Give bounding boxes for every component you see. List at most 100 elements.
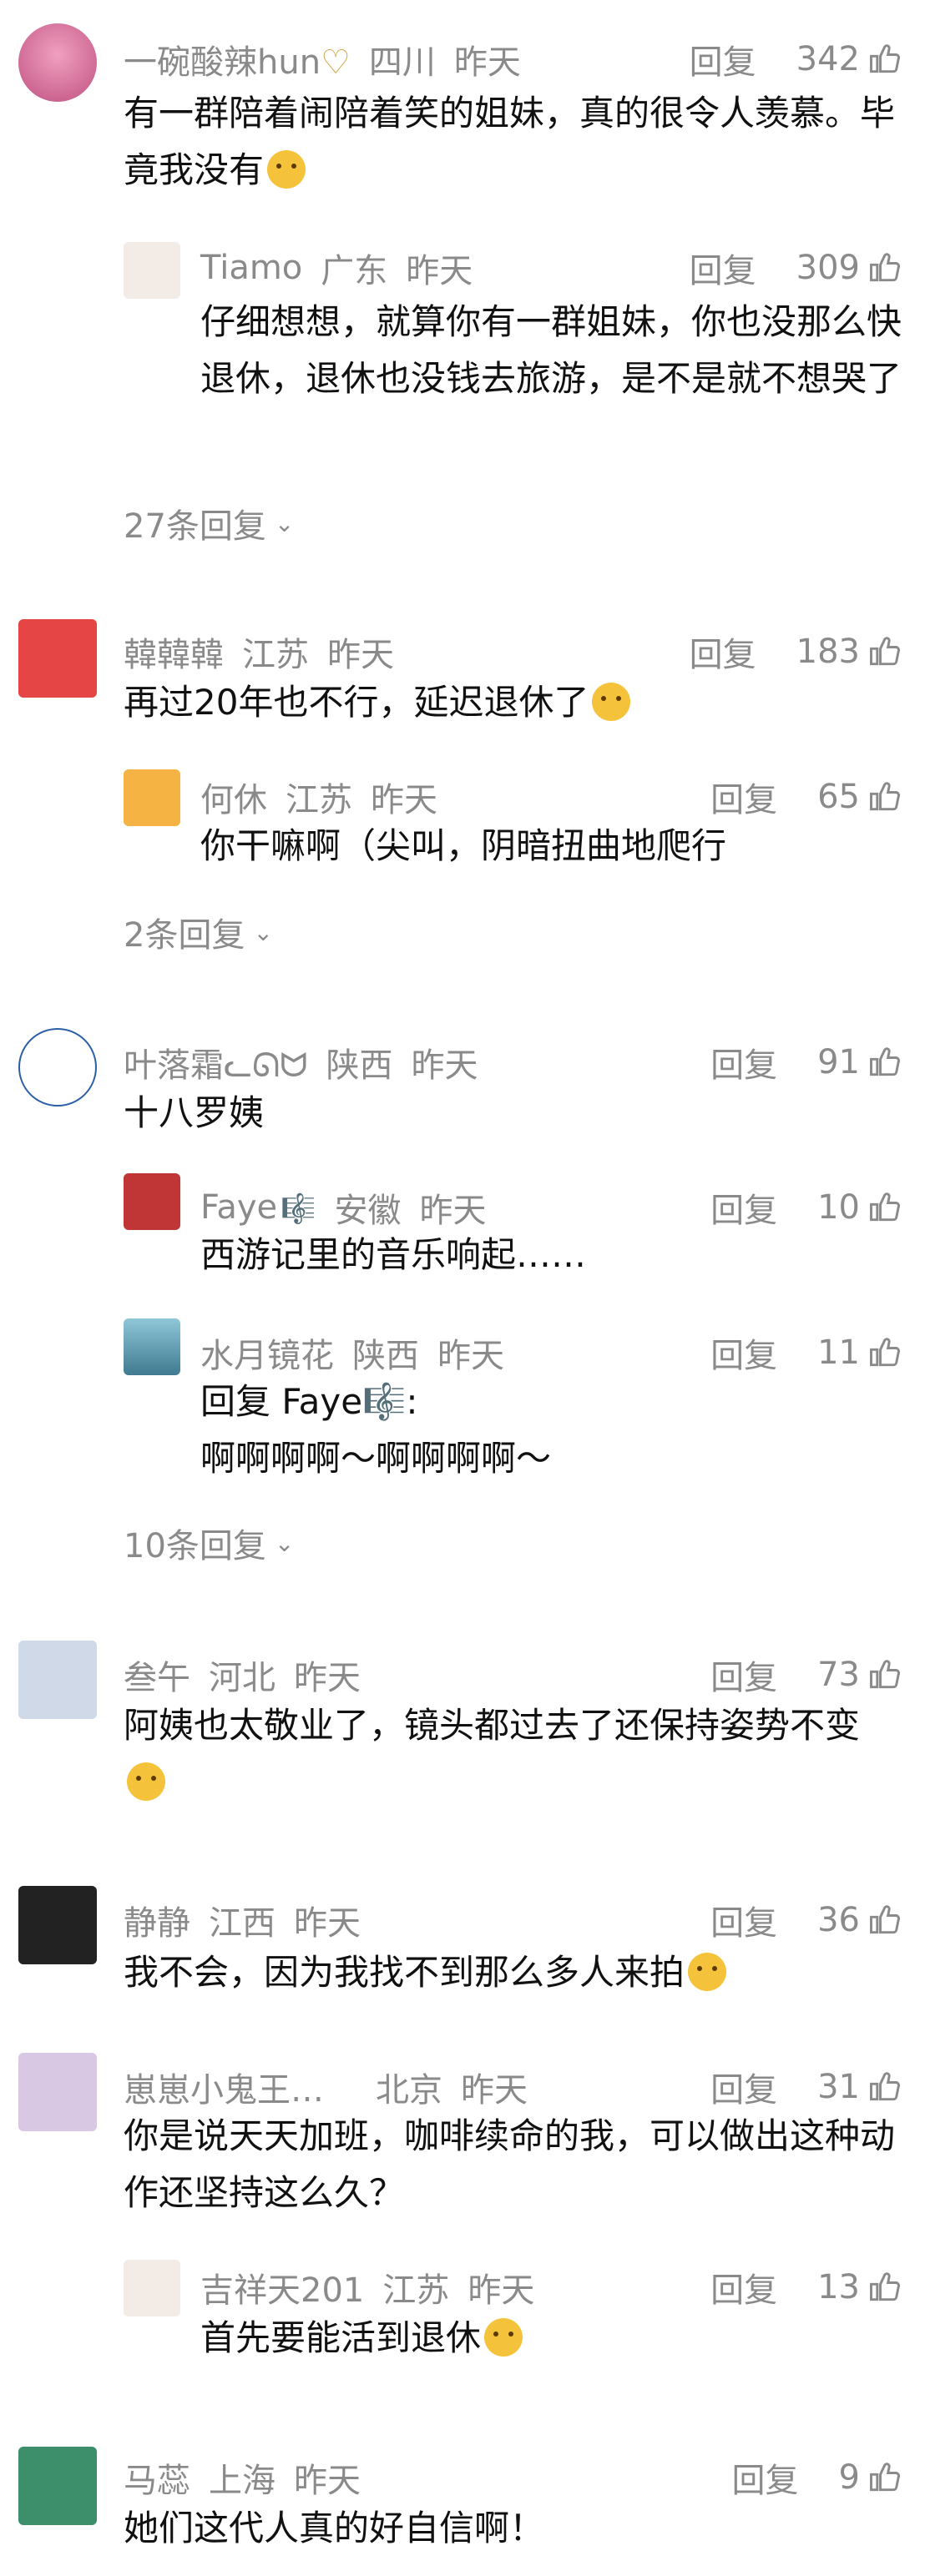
thumbs-up-icon[interactable] (867, 1044, 903, 1081)
more-replies-link[interactable]: 27条回复 ⌄ (124, 499, 294, 547)
comment-actions: 回复 73 (710, 1651, 903, 1699)
username[interactable]: 一碗酸辣hun♡ (124, 35, 351, 83)
comment-meta: 马蕊 上海 昨天 (124, 2453, 361, 2502)
crying-face-icon (267, 150, 306, 189)
avatar[interactable] (18, 2447, 97, 2525)
thumbs-up-icon[interactable] (867, 2269, 903, 2306)
avatar[interactable] (124, 1318, 180, 1375)
avatar[interactable] (18, 1641, 97, 1719)
more-replies-link[interactable]: 2条回复 ⌄ (124, 908, 273, 956)
reply-button[interactable]: 回复 (732, 2453, 799, 2502)
location: 江苏 (242, 636, 309, 674)
reply-button[interactable]: 回复 (710, 1038, 777, 1086)
comment-text: 你是说天天加班，咖啡续命的我，可以做出这种动作还坚持这么久？ (124, 2115, 896, 2213)
comment-actions: 回复 9 (732, 2453, 903, 2502)
reply-button[interactable]: 回复 (690, 244, 756, 292)
avatar[interactable] (18, 1028, 97, 1107)
reply-meta: Tiamo 广东 昨天 (200, 244, 473, 292)
like-count: 183 (796, 633, 860, 671)
timestamp: 昨天 (371, 781, 437, 819)
like-count: 10 (817, 1188, 860, 1227)
comment-text: 我不会，因为我找不到那么多人来拍 (124, 1944, 900, 2001)
username[interactable]: 何休 (200, 773, 267, 821)
more-replies-link[interactable]: 10条回复 ⌄ (124, 1519, 294, 1567)
like-count: 73 (817, 1656, 860, 1694)
timestamp: 昨天 (294, 1904, 361, 1943)
reply-actions: 回复 11 (710, 1328, 903, 1377)
thumbs-up-icon[interactable] (867, 1189, 903, 1226)
username[interactable]: 静静 (124, 1896, 190, 1944)
username[interactable]: Tiamo (200, 249, 302, 287)
avatar[interactable] (18, 619, 97, 698)
comment-actions: 回复 31 (710, 2063, 903, 2111)
reply-button[interactable]: 回复 (710, 2063, 777, 2111)
timestamp: 昨天 (411, 1046, 478, 1085)
comment-actions: 回复 183 (690, 628, 903, 676)
like-count: 309 (796, 249, 860, 287)
timestamp: 昨天 (437, 1337, 504, 1375)
sweat-laugh-face-icon (688, 1953, 727, 1991)
username[interactable]: Faye 🎼 (200, 1188, 316, 1227)
chevron-down-icon: ⌄ (274, 509, 295, 537)
thumbs-up-icon[interactable] (867, 1902, 903, 1938)
crying-face-icon (484, 2318, 523, 2357)
reply-button[interactable]: 回复 (710, 1183, 777, 1232)
thumbs-up-icon[interactable] (867, 2459, 903, 2496)
comment-actions: 回复 36 (710, 1896, 903, 1944)
like-count: 9 (838, 2458, 860, 2497)
thumbs-up-icon[interactable] (867, 41, 903, 78)
reply-meta: 水月镜花 陕西 昨天 (200, 1328, 504, 1377)
username[interactable]: 崽崽小鬼王… (124, 2063, 324, 2111)
reply-actions: 回复 309 (690, 244, 903, 292)
comment-text: 阿姨也太敬业了，镜头都过去了还保持姿势不变 (124, 1697, 900, 1811)
reply-button[interactable]: 回复 (710, 1328, 777, 1377)
avatar[interactable] (124, 1173, 180, 1230)
avatar[interactable] (18, 1886, 97, 1964)
reply-button[interactable]: 回复 (710, 1896, 777, 1944)
like-count: 13 (817, 2268, 860, 2306)
avatar[interactable] (124, 242, 180, 299)
username[interactable]: 吉祥天201 (200, 2263, 364, 2311)
location: 四川 (368, 43, 436, 82)
thumbs-up-icon[interactable] (867, 779, 903, 815)
reply-button[interactable]: 回复 (690, 628, 756, 676)
reply-button[interactable]: 回复 (710, 2263, 777, 2311)
avatar[interactable] (18, 23, 97, 102)
chevron-down-icon: ⌄ (253, 918, 273, 946)
thinking-face-icon (127, 1762, 165, 1801)
comment-text: 再过20年也不行，延迟退休了 (124, 674, 900, 731)
username[interactable]: 叁午 (124, 1651, 190, 1699)
reply-quote: 回复 Faye🎼: (200, 1381, 418, 1422)
sweat-laugh-face-icon (592, 683, 631, 721)
comment-meta: 叶落霜ᓚᘏᗢ 陕西 昨天 (124, 1038, 478, 1086)
thumbs-up-icon[interactable] (867, 1334, 903, 1371)
timestamp: 昨天 (294, 1659, 361, 1697)
thumbs-up-icon[interactable] (867, 2069, 903, 2105)
thumbs-up-icon[interactable] (867, 250, 903, 286)
avatar[interactable] (124, 2260, 180, 2316)
avatar[interactable] (18, 2053, 97, 2131)
reply-button[interactable]: 回复 (710, 773, 777, 821)
username[interactable]: 马蕊 (124, 2453, 190, 2502)
comment-meta: 崽崽小鬼王… 北京 昨天 (124, 2063, 528, 2111)
reply-actions: 回复 10 (710, 1183, 903, 1232)
like-count: 36 (817, 1901, 860, 1939)
reply-text: 仔细想想，就算你有一群姐妹，你也没那么快退休，退休也没钱去旅游，是不是就不想哭了 (200, 301, 902, 399)
avatar[interactable] (124, 769, 180, 826)
chevron-down-icon: ⌄ (274, 1529, 295, 1557)
username[interactable]: 韓韓韓 (124, 628, 224, 676)
location: 广东 (321, 252, 388, 290)
username[interactable]: 水月镜花 (200, 1328, 334, 1377)
username[interactable]: 叶落霜ᓚᘏᗢ (124, 1038, 307, 1086)
thumbs-up-icon[interactable] (867, 633, 903, 670)
timestamp: 昨天 (294, 2462, 361, 2500)
like-count: 342 (796, 40, 860, 78)
reply-meta: 何休 江苏 昨天 (200, 773, 437, 821)
timestamp: 昨天 (453, 43, 521, 82)
thumbs-up-icon[interactable] (867, 1656, 903, 1693)
location: 陕西 (352, 1337, 419, 1375)
reply-button[interactable]: 回复 (690, 35, 756, 83)
reply-text: 西游记里的音乐响起…… (200, 1234, 587, 1275)
reply-button[interactable]: 回复 (710, 1651, 777, 1699)
comment-text: 有一群陪着闹陪着笑的姐妹，真的很令人羡慕。毕竟我没有 (124, 93, 896, 190)
